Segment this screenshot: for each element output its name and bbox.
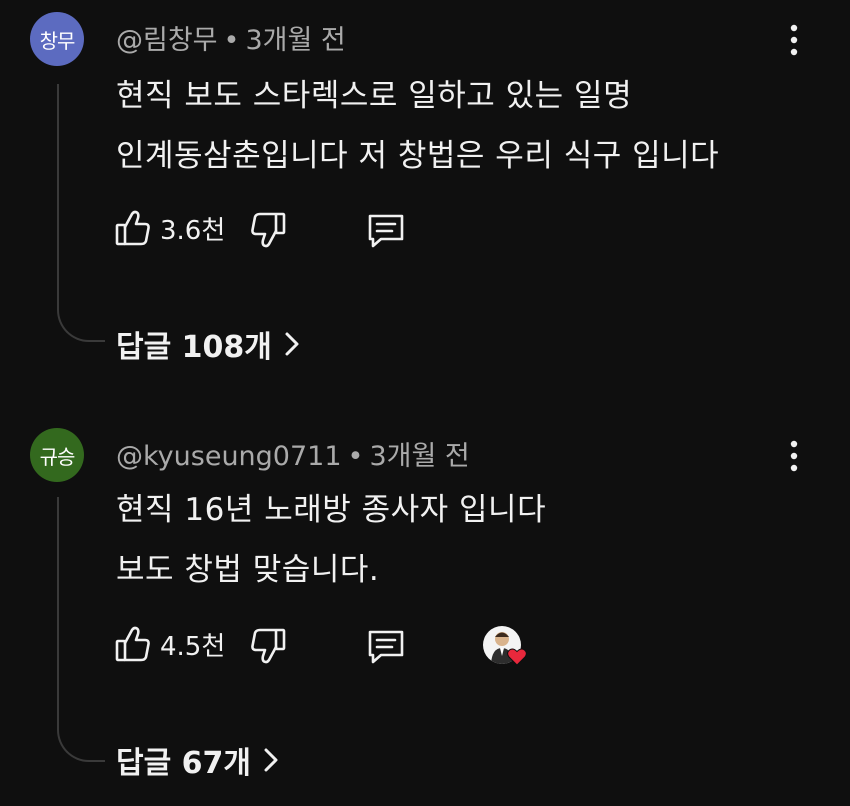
comment-meta: @kyuseung0711 • 3개월 전 (116, 434, 470, 473)
creator-heart-badge (483, 626, 527, 670)
like-button[interactable]: 4.5천 (114, 624, 225, 664)
replies-count-label: 답글 67개 (116, 746, 251, 781)
more-vertical-icon (790, 440, 798, 472)
author-handle[interactable]: @kyuseung0711 (116, 441, 342, 472)
dislike-button[interactable] (248, 626, 288, 666)
thumbs-down-icon (251, 628, 286, 664)
thumbs-up-icon (115, 626, 150, 662)
thread-connector-line (57, 497, 105, 762)
thumbs-up-icon (115, 210, 150, 246)
thumbs-down-icon (251, 212, 286, 248)
like-count: 4.5천 (160, 631, 226, 662)
comment-icon (368, 214, 404, 248)
replies-count-label: 답글 108개 (116, 330, 272, 365)
comment-text-line: 현직 보도 스타렉스로 일하고 있는 일명 (116, 78, 633, 114)
reply-button[interactable] (366, 626, 406, 666)
comment-meta: @림창무 • 3개월 전 (116, 18, 346, 57)
comment-text-line: 현직 16년 노래방 종사자 입니다 (116, 492, 547, 528)
comment-menu-button[interactable] (782, 22, 806, 58)
separator-dot: • (223, 25, 240, 56)
comment-icon (368, 630, 404, 664)
separator-dot: • (347, 441, 364, 472)
like-count: 3.6천 (160, 215, 226, 246)
avatar[interactable]: 창무 (30, 12, 84, 66)
like-button[interactable]: 3.6천 (114, 208, 225, 248)
chevron-right-icon (285, 332, 299, 356)
comment-menu-button[interactable] (782, 438, 806, 474)
thread-connector-line (57, 84, 105, 342)
comment-time: 3개월 전 (245, 25, 346, 56)
chevron-right-icon (264, 748, 278, 772)
comment-time: 3개월 전 (369, 441, 470, 472)
comment-text-line: 인계동삼춘입니다 저 창법은 우리 식구 입니다 (116, 138, 720, 174)
dislike-button[interactable] (248, 210, 288, 250)
heart-icon (507, 648, 527, 666)
view-replies-button[interactable]: 답글 108개 (116, 322, 300, 366)
author-handle[interactable]: @림창무 (116, 25, 218, 56)
comment-text-line: 보도 창법 맞습니다. (116, 552, 380, 588)
avatar[interactable]: 규승 (30, 428, 84, 482)
view-replies-button[interactable]: 답글 67개 (116, 738, 279, 782)
more-vertical-icon (790, 24, 798, 56)
reply-button[interactable] (366, 210, 406, 250)
